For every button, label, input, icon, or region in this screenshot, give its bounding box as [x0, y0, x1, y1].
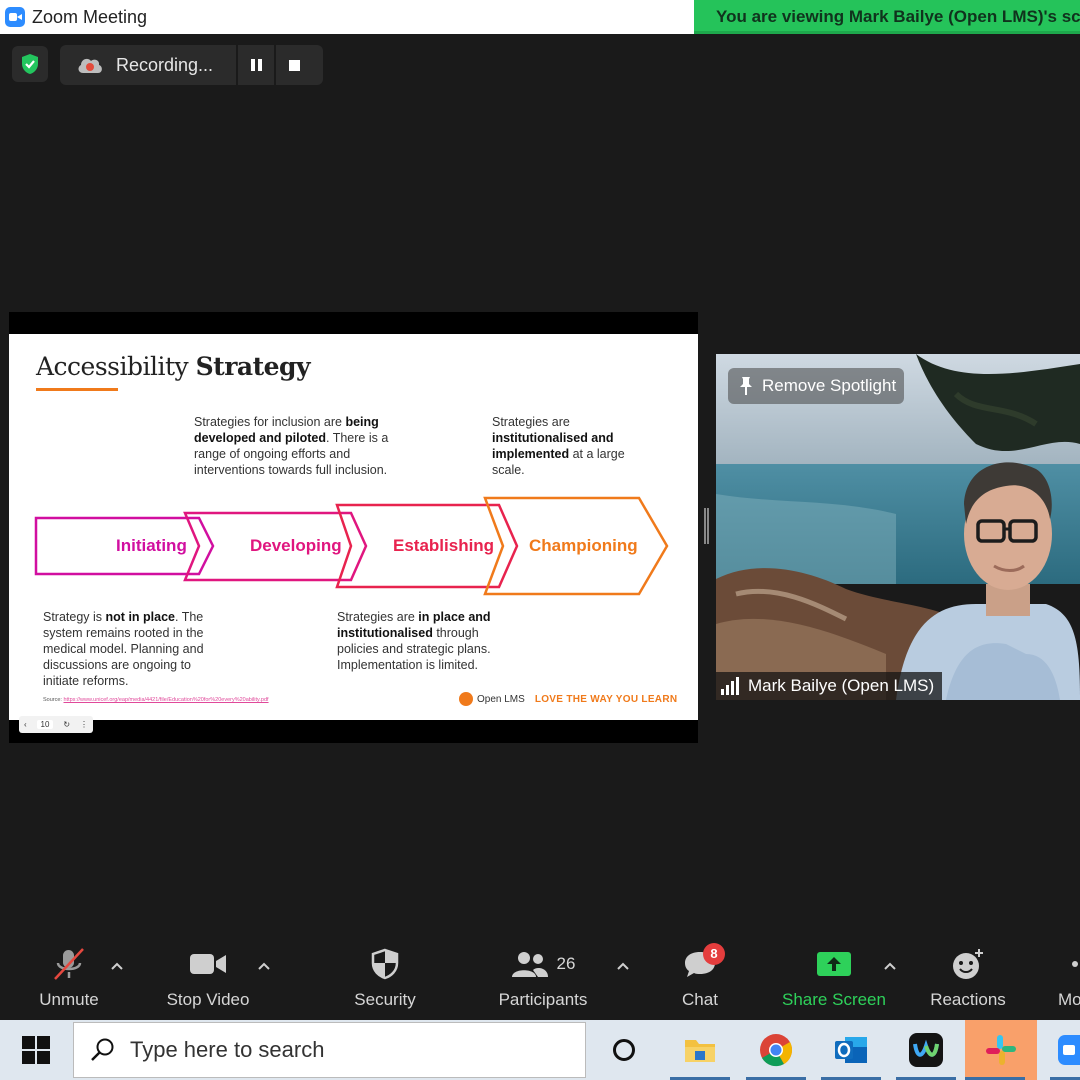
zoom-icon[interactable] [1050, 1020, 1080, 1080]
audio-options-caret-icon[interactable] [109, 958, 125, 974]
window-title: Zoom Meeting [32, 6, 148, 27]
stop-video-button[interactable]: Stop Video [160, 938, 256, 1020]
taskbar-search[interactable] [73, 1022, 586, 1078]
sync-icon[interactable]: ↻ [63, 720, 70, 729]
cortana-icon[interactable] [594, 1020, 654, 1080]
remove-spotlight-button[interactable]: Remove Spotlight [728, 368, 905, 404]
file-explorer-icon[interactable] [670, 1020, 730, 1080]
remove-spotlight-label: Remove Spotlight [762, 376, 897, 395]
slide-navigation: ‹ 10 ↻ ⋮ [19, 716, 93, 733]
recording-label: Recording... [116, 54, 214, 75]
zoom-window: Zoom Meeting You are viewing Mark Bailye… [0, 0, 1080, 1080]
video-camera-icon [190, 954, 226, 974]
participant-video[interactable]: Remove Spotlight Mark Bailye (Open LMS) [716, 354, 1080, 700]
share-options-caret-icon[interactable] [882, 958, 898, 974]
signal-strength-icon [721, 677, 739, 695]
brand-name: Open LMS [477, 693, 525, 705]
stage-championing: Championing [529, 536, 638, 555]
source-link[interactable]: https://www.unicef.org/eap/media/4421/fi… [64, 697, 269, 703]
webex-icon[interactable] [896, 1020, 956, 1080]
windows-taskbar [0, 1020, 1080, 1080]
shared-slide: Accessibility Strategy Strategies for in… [9, 334, 698, 720]
security-label: Security [354, 990, 416, 1009]
participant-name-tag: Mark Bailye (Open LMS) [716, 672, 943, 700]
more-dots-icon [1072, 961, 1078, 967]
more-label: More [1058, 990, 1080, 1009]
desc-establishing: Strategies are in place and institutiona… [337, 610, 491, 672]
slide-menu-icon[interactable]: ⋮ [80, 720, 88, 729]
viewing-banner[interactable]: You are viewing Mark Bailye (Open LMS)'s… [694, 0, 1080, 34]
participant-name: Mark Bailye (Open LMS) [748, 676, 935, 695]
chat-label: Chat [682, 990, 718, 1009]
muted-microphone-icon [54, 948, 84, 980]
participants-options-caret-icon[interactable] [615, 958, 631, 974]
outlook-icon[interactable] [821, 1020, 881, 1080]
recording-indicator: Recording... [60, 45, 323, 85]
windows-start-icon[interactable] [22, 1036, 50, 1064]
share-screen-label: Share Screen [782, 990, 886, 1009]
slide-source: Source: https://www.unicef.org/eap/media… [43, 697, 269, 703]
share-screen-icon [817, 952, 851, 976]
stage-initiating: Initiating [116, 536, 187, 555]
participants-icon [511, 952, 548, 977]
pause-icon [250, 59, 262, 71]
stop-recording-button[interactable] [274, 45, 312, 85]
search-input[interactable] [130, 1037, 550, 1063]
brand-tagline: LOVE THE WAY YOU LEARN [534, 693, 678, 705]
participants-count: 26 [556, 954, 576, 973]
pin-icon [740, 377, 752, 395]
security-button[interactable]: Security [348, 938, 422, 1020]
chrome-icon[interactable] [746, 1020, 806, 1080]
pause-recording-button[interactable] [236, 45, 274, 85]
share-screen-button[interactable]: Share Screen [778, 938, 890, 1020]
reactions-smiley-icon [953, 949, 983, 979]
search-icon [91, 1038, 114, 1061]
stop-icon [288, 59, 300, 71]
prev-slide-icon[interactable]: ‹ [24, 720, 27, 729]
desc-initiating: Strategy is not in place. The system rem… [43, 610, 204, 688]
security-shield-icon [371, 948, 399, 980]
chat-button[interactable]: 8 Chat [672, 938, 728, 1020]
unmute-button[interactable]: Unmute [32, 938, 106, 1020]
reactions-label: Reactions [930, 990, 1006, 1009]
more-button[interactable]: More [1058, 938, 1080, 1020]
participants-label: Participants [498, 990, 588, 1009]
slide-page-number: 10 [36, 720, 54, 729]
reactions-button[interactable]: Reactions [926, 938, 1010, 1020]
participants-button[interactable]: 26 Participants [490, 938, 596, 1020]
video-feed-image [716, 354, 1080, 700]
stop-video-label: Stop Video [166, 990, 250, 1009]
brand-footer: Open LMS LOVE THE WAY YOU LEARN [459, 692, 677, 706]
video-options-caret-icon[interactable] [256, 958, 272, 974]
open-lms-logo-icon [459, 692, 473, 706]
cloud-recording-icon [78, 58, 102, 73]
stage-developing: Developing [250, 536, 342, 555]
encryption-shield-icon[interactable] [12, 46, 48, 82]
unmute-label: Unmute [39, 990, 99, 1009]
zoom-app-icon [5, 7, 25, 27]
stage-establishing: Establishing [393, 536, 495, 555]
title-bar: Zoom Meeting You are viewing Mark Bailye… [0, 0, 1080, 34]
chat-unread-badge: 8 [703, 943, 725, 965]
slack-icon[interactable] [965, 1020, 1037, 1080]
meeting-toolbar: Unmute Stop Video Security 26 Participan… [0, 938, 1080, 1020]
split-drag-handle[interactable] [704, 508, 709, 544]
